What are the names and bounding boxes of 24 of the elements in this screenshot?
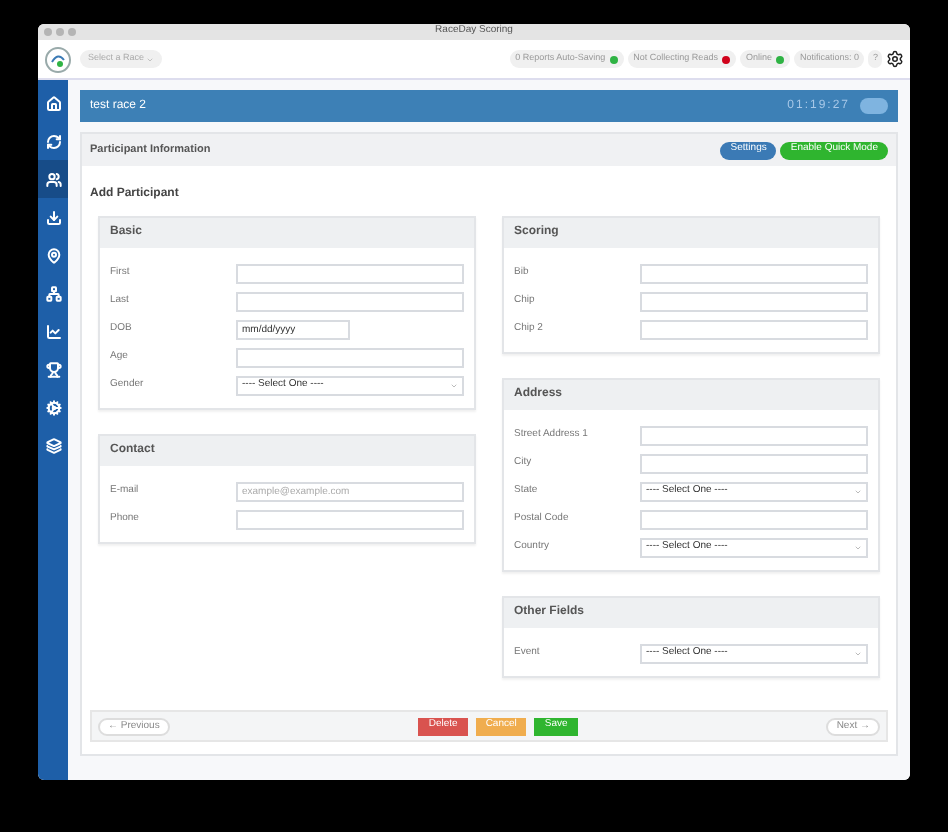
chart-icon <box>45 323 61 339</box>
input-field[interactable] <box>640 510 868 530</box>
input-field[interactable] <box>640 320 868 340</box>
toggle-icon[interactable] <box>860 98 888 114</box>
sidebar-item[interactable] <box>38 160 68 198</box>
hierarchy-icon <box>45 285 61 301</box>
home-icon <box>45 95 61 111</box>
sync-icon <box>45 133 61 149</box>
input-field[interactable] <box>236 292 464 312</box>
trophy-icon <box>45 361 61 377</box>
input-field[interactable] <box>640 264 868 284</box>
input-field[interactable] <box>236 510 464 530</box>
map-pin-icon <box>45 247 61 263</box>
users-icon <box>45 171 61 187</box>
input-field[interactable] <box>640 426 868 446</box>
input-field[interactable] <box>640 292 868 312</box>
settings-icon[interactable] <box>886 50 904 68</box>
input-field[interactable] <box>640 454 868 474</box>
download-icon <box>45 209 61 225</box>
input-field[interactable] <box>236 348 464 368</box>
gear-icon <box>45 399 61 415</box>
logo-icon <box>44 45 72 73</box>
layers-icon <box>45 437 61 453</box>
input-field[interactable] <box>236 264 464 284</box>
